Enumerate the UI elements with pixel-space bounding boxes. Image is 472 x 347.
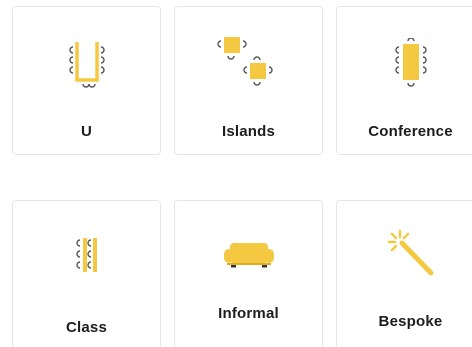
layout-label-bespoke: Bespoke bbox=[378, 313, 443, 330]
layout-label-conference: Conference bbox=[368, 123, 453, 140]
sofa-icon bbox=[175, 229, 322, 281]
magic-wand-icon bbox=[337, 229, 472, 281]
layout-label-informal: Informal bbox=[218, 305, 279, 322]
layout-label-class: Class bbox=[65, 319, 108, 336]
conference-table-icon bbox=[337, 37, 472, 89]
room-layout-grid: U Islands Conference Class Informal Besp… bbox=[0, 0, 472, 347]
layout-label-u: U bbox=[80, 123, 93, 140]
u-shape-table-icon bbox=[13, 37, 160, 89]
layout-option-informal[interactable]: Informal bbox=[174, 200, 323, 347]
layout-option-conference[interactable]: Conference bbox=[336, 6, 472, 155]
layout-option-class[interactable]: Class bbox=[12, 200, 161, 347]
layout-option-bespoke[interactable]: Bespoke bbox=[336, 200, 472, 347]
layout-option-u[interactable]: U bbox=[12, 6, 161, 155]
classroom-rows-icon bbox=[13, 229, 160, 281]
islands-tables-icon bbox=[175, 37, 322, 89]
layout-option-islands[interactable]: Islands bbox=[174, 6, 323, 155]
layout-label-islands: Islands bbox=[221, 123, 276, 140]
